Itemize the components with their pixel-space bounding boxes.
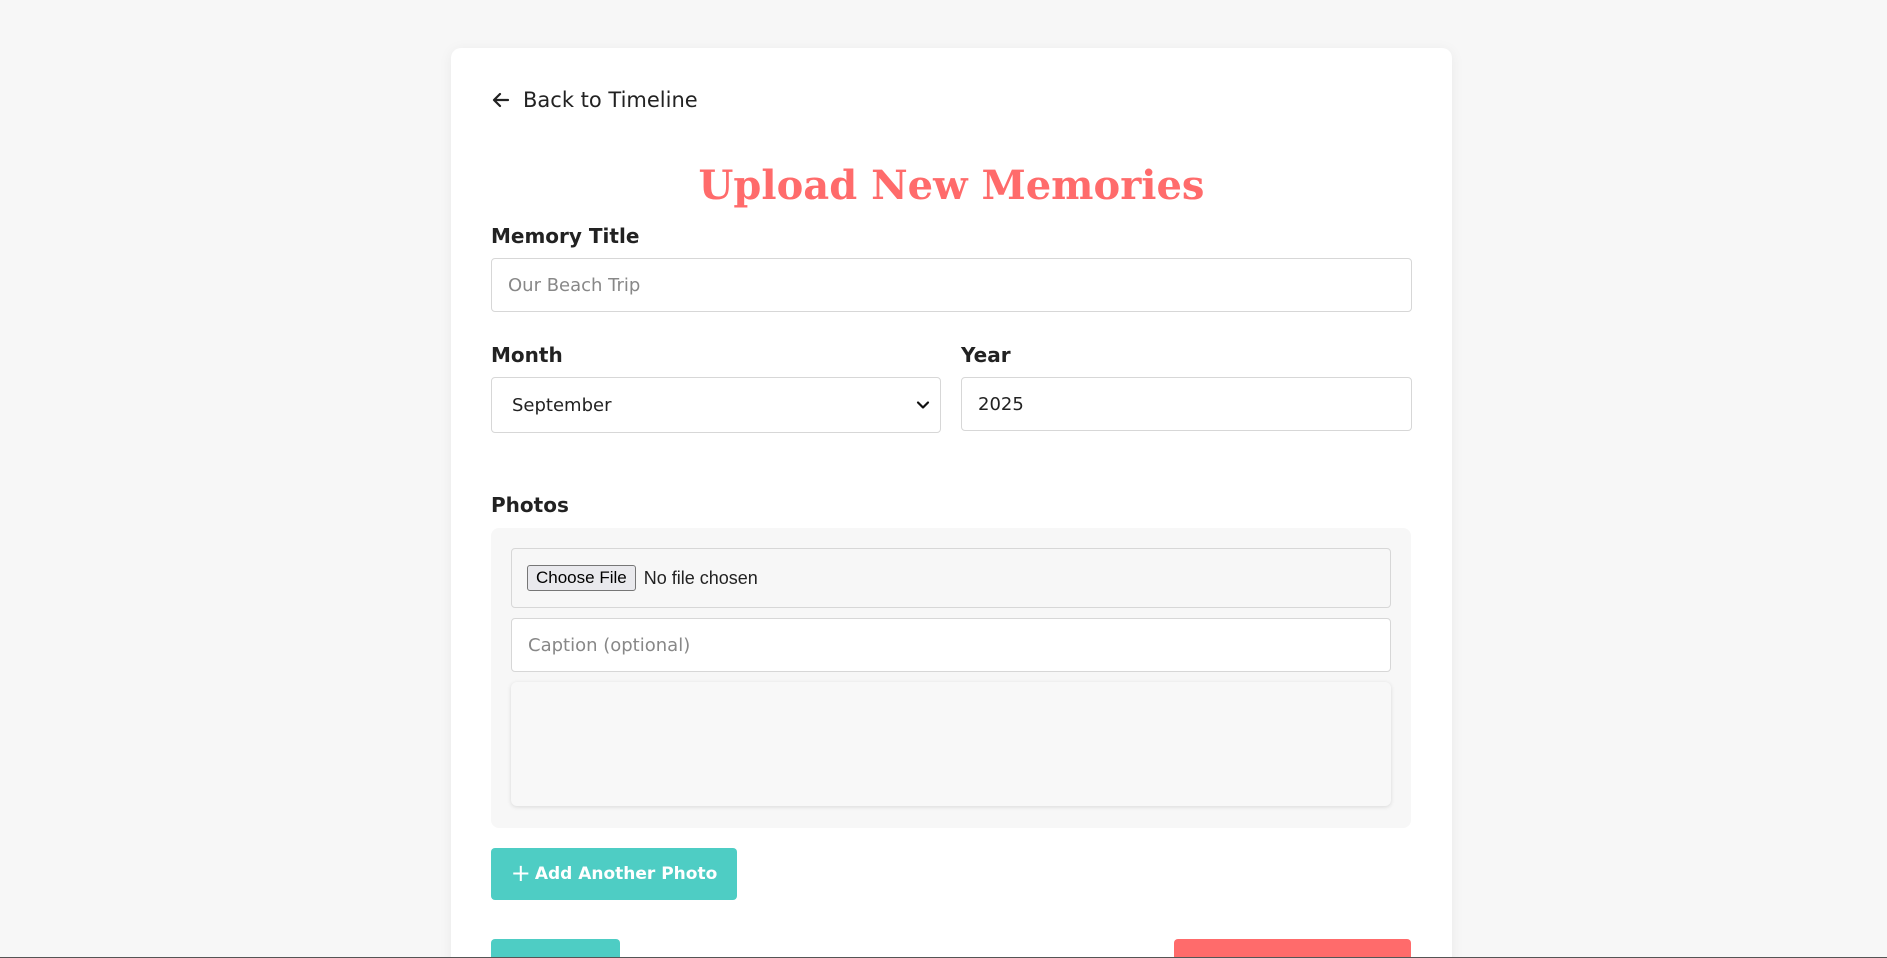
add-another-photo-button[interactable]: + Add Another Photo (491, 848, 737, 900)
page: Back to Timeline Upload New Memories Mem… (0, 0, 1887, 958)
plus-icon: + (510, 859, 531, 887)
primary-action-button[interactable] (1174, 939, 1411, 958)
secondary-action-button[interactable] (491, 939, 620, 958)
chevron-down-icon (916, 401, 930, 409)
file-status-text: No file chosen (643, 567, 758, 588)
year-label: Year (961, 343, 1011, 367)
month-label: Month (491, 343, 563, 367)
photo-preview-area (511, 682, 1391, 806)
memory-title-label: Memory Title (491, 224, 640, 248)
arrow-left-icon (492, 92, 510, 108)
back-link-label: Back to Timeline (523, 88, 698, 112)
back-to-timeline-link[interactable]: Back to Timeline (491, 88, 698, 112)
month-selected-value: September (512, 394, 612, 416)
memory-title-input[interactable] (491, 258, 1412, 312)
month-select[interactable]: September (491, 377, 941, 433)
page-title: Upload New Memories (698, 162, 1205, 209)
caption-input[interactable] (511, 618, 1391, 672)
upload-form-card: Back to Timeline Upload New Memories Mem… (451, 48, 1452, 958)
year-input[interactable] (961, 377, 1412, 431)
choose-file-button[interactable]: Choose File (527, 565, 636, 591)
add-photo-label: Add Another Photo (534, 864, 718, 884)
photos-panel: Choose File No file chosen (491, 528, 1411, 828)
file-input[interactable]: Choose File No file chosen (511, 548, 1391, 608)
photos-label: Photos (491, 493, 569, 517)
